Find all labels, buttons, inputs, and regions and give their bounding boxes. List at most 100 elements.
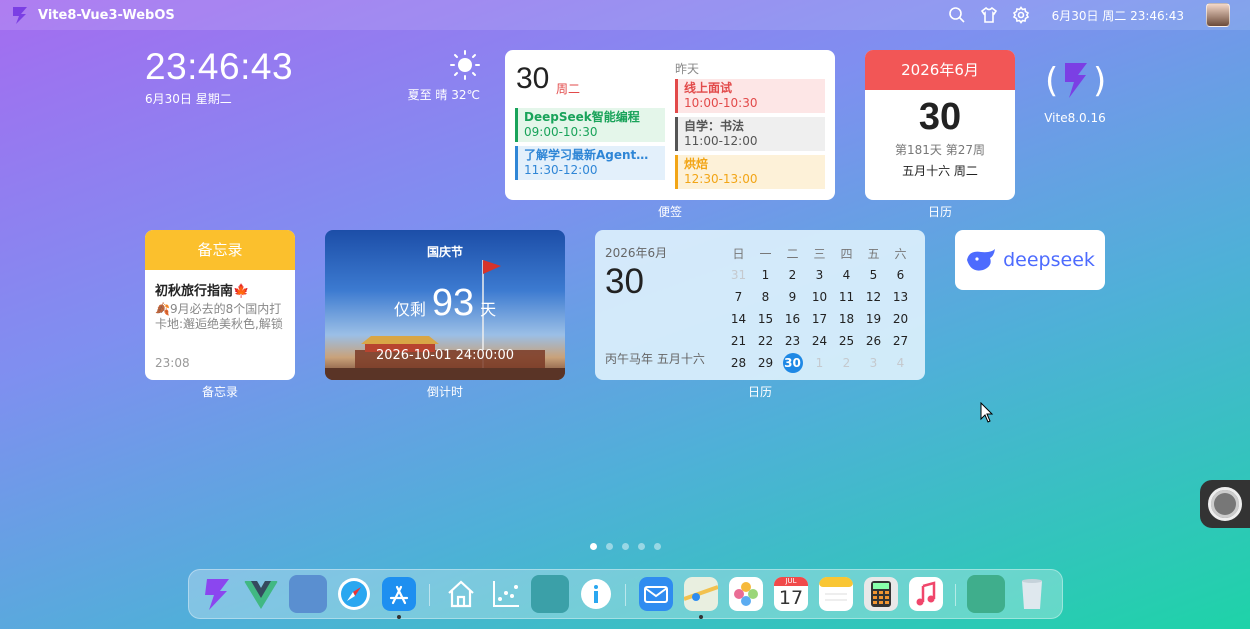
month-calendar-lunar: 丙午马年 五月十六	[605, 352, 705, 366]
apps-group-icon[interactable]	[967, 575, 1005, 613]
calendar-day-cell[interactable]: 1	[806, 356, 833, 370]
calendar-day-cell[interactable]: 7	[725, 290, 752, 304]
vite-version: Vite8.0.16	[1044, 111, 1106, 125]
brand[interactable]: Vite8-Vue3-WebOS	[10, 5, 175, 25]
calendar-day-cell[interactable]: 8	[752, 290, 779, 304]
calendar-day-cell[interactable]: 31	[725, 268, 752, 282]
info-icon[interactable]	[579, 577, 613, 611]
event-time: 11:30-12:00	[524, 163, 598, 177]
day-number: 3	[869, 356, 878, 370]
folder-icon[interactable]	[289, 575, 327, 613]
calendar-day-cell[interactable]: 22	[752, 334, 779, 348]
shirt-icon[interactable]	[980, 6, 998, 24]
calendar-day-cell[interactable]: 2	[779, 268, 806, 282]
calendar-day-cell[interactable]: 6	[887, 268, 914, 282]
calendar-day-cell[interactable]: 17	[806, 312, 833, 326]
vite-icon[interactable]	[199, 577, 233, 611]
calendar-week-row: 21 22 23 24 25 26 27	[725, 330, 915, 352]
calendar-day-cell[interactable]: 1	[752, 268, 779, 282]
calendar-day-cell[interactable]: 26	[860, 334, 887, 348]
home-icon[interactable]	[444, 577, 478, 611]
calendar-day-cell[interactable]: 11	[833, 290, 860, 304]
search-icon[interactable]	[948, 6, 966, 24]
calendar-day-cell[interactable]: 19	[860, 312, 887, 326]
event-item[interactable]: 烘焙 12:30-13:00	[675, 155, 825, 189]
calendar-day-cell[interactable]: 20	[887, 312, 914, 326]
music-icon[interactable]	[909, 577, 943, 611]
calendar-day-cell[interactable]: 16	[779, 312, 806, 326]
assistive-touch-button[interactable]	[1200, 480, 1250, 528]
vite-logo-icon	[13, 7, 27, 24]
calendar-day-cell[interactable]: 13	[887, 290, 914, 304]
gear-icon[interactable]	[1012, 6, 1030, 24]
maps-icon[interactable]	[684, 577, 718, 611]
memo-widget[interactable]: 备忘录 初秋旅行指南🍁 🍂9月必去的8个国内打卡地:邂逅绝美秋色,解锁秋日浪漫 …	[145, 230, 295, 380]
page-dot[interactable]	[606, 543, 613, 550]
calendar-day-cell[interactable]: 4	[887, 356, 914, 370]
event-item[interactable]: 了解学习最新Agent模型 11:30-12:00	[515, 146, 665, 180]
page-dot[interactable]	[622, 543, 629, 550]
safari-icon[interactable]	[337, 577, 371, 611]
vue-icon[interactable]	[244, 577, 278, 611]
calendar-day-cell[interactable]: 29	[752, 356, 779, 370]
calendar-day-cell[interactable]: 2	[833, 356, 860, 370]
clock-time: 23:46:43	[145, 46, 294, 87]
page-dot[interactable]	[654, 543, 661, 550]
photos-icon[interactable]	[729, 577, 763, 611]
countdown-widget[interactable]: 国庆节 仅剩 93 天 2026-10-01 24:00:00	[325, 230, 565, 380]
calendar-day-cell[interactable]: 30	[779, 353, 806, 373]
calendar-day-cell[interactable]: 27	[887, 334, 914, 348]
event-time: 09:00-10:30	[524, 125, 598, 139]
event-item[interactable]: 自学：书法 11:00-12:00	[675, 117, 825, 151]
calendar-day-cell[interactable]: 12	[860, 290, 887, 304]
calculator-icon[interactable]	[864, 577, 898, 611]
day-number: 7	[734, 290, 743, 304]
calendar-day-cell[interactable]: 3	[860, 356, 887, 370]
calendar-day-cell[interactable]: 28	[725, 356, 752, 370]
notes-widget[interactable]: 30 周二 昨天 DeepSeek智能编程 09:00-10:30 了解学习最新…	[505, 50, 835, 200]
day-number: 6	[896, 268, 905, 282]
top-bar: Vite8-Vue3-WebOS 6月30日 周二 23:46:43	[0, 0, 1250, 30]
day-number: 2	[788, 268, 797, 282]
countdown-caption: 倒计时	[426, 385, 463, 399]
calendar-day-cell[interactable]: 21	[725, 334, 752, 348]
deepseek-widget[interactable]: deepseek	[955, 230, 1105, 290]
countdown-remaining: 仅剩 93 天	[325, 282, 565, 325]
countdown-target: 2026-10-01 24:00:00	[375, 348, 515, 363]
calendar-day-cell[interactable]: 24	[806, 334, 833, 348]
appstore-icon[interactable]	[382, 577, 416, 611]
event-item[interactable]: DeepSeek智能编程 09:00-10:30	[515, 108, 665, 142]
deepseek-label: deepseek	[1003, 249, 1095, 271]
vite-icon: ( )	[1045, 61, 1106, 101]
event-name: 了解学习最新Agent模型	[524, 148, 659, 162]
calendar-icon[interactable]: JUL 17	[774, 577, 808, 611]
event-item[interactable]: 线上面试 10:00-10:30	[675, 79, 825, 113]
calendar-day-cell[interactable]: 4	[833, 268, 860, 282]
apps-folder-icon[interactable]	[531, 575, 569, 613]
calendar-widget[interactable]: 2026年6月 30 第181天 第27周 五月十六 周二	[865, 50, 1015, 200]
notes-day: 30	[516, 62, 550, 95]
calendar-day-cell[interactable]: 15	[752, 312, 779, 326]
page-dot[interactable]	[590, 543, 597, 550]
month-calendar-widget[interactable]: 2026年6月 30 丙午马年 五月十六 日一二三四五六 31 1 2 3 4 5 6 7 8 9 1…	[595, 230, 925, 380]
calendar-day-cell[interactable]: 25	[833, 334, 860, 348]
chart-icon[interactable]	[489, 577, 523, 611]
calendar-day-cell[interactable]: 3	[806, 268, 833, 282]
calendar-day-cell[interactable]: 5	[860, 268, 887, 282]
calendar-day-cell[interactable]: 10	[806, 290, 833, 304]
calendar-day-cell[interactable]: 18	[833, 312, 860, 326]
notes-icon[interactable]	[819, 577, 853, 611]
calendar-day-cell[interactable]: 14	[725, 312, 752, 326]
day-number: 20	[892, 312, 909, 326]
trash-icon[interactable]	[1015, 577, 1049, 611]
vite-app-shortcut[interactable]: ( ) Vite8.0.16	[1040, 58, 1110, 125]
avatar[interactable]	[1206, 3, 1230, 27]
topbar-datetime[interactable]: 6月30日 周二 23:46:43	[1052, 7, 1184, 24]
mail-icon[interactable]	[639, 577, 673, 611]
calendar-week-row: 14 15 16 17 18 19 20	[725, 308, 915, 330]
calendar-day-cell[interactable]: 23	[779, 334, 806, 348]
calendar-day-cell[interactable]: 9	[779, 290, 806, 304]
day-number: 4	[896, 356, 905, 370]
calendar-week-info: 第181天 第27周	[895, 143, 985, 157]
page-dot[interactable]	[638, 543, 645, 550]
